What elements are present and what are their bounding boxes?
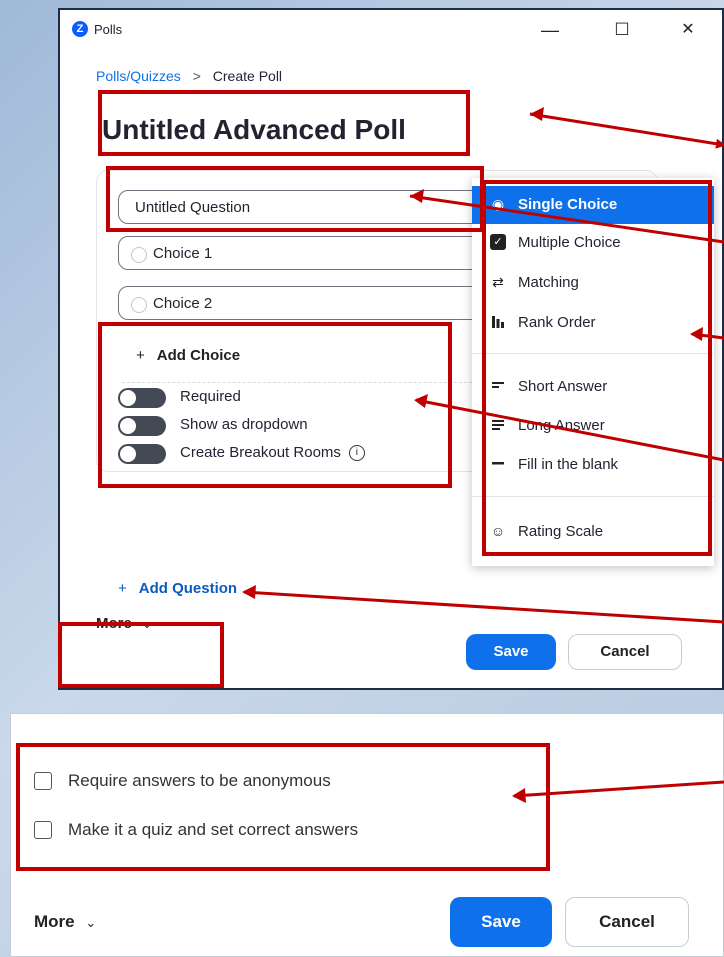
- arrow-options: [415, 398, 724, 462]
- arrow-title: [529, 112, 724, 149]
- arrowhead: [410, 189, 424, 203]
- arrowhead: [242, 585, 256, 599]
- arrow-more-options: [513, 780, 724, 798]
- arrowhead: [690, 327, 703, 341]
- annotation-arrows: [242, 107, 724, 803]
- arrowhead: [512, 788, 526, 803]
- arrow-question: [409, 194, 724, 244]
- arrow-add-question: [243, 590, 724, 624]
- arrowhead: [414, 394, 428, 408]
- arrowhead: [530, 107, 544, 121]
